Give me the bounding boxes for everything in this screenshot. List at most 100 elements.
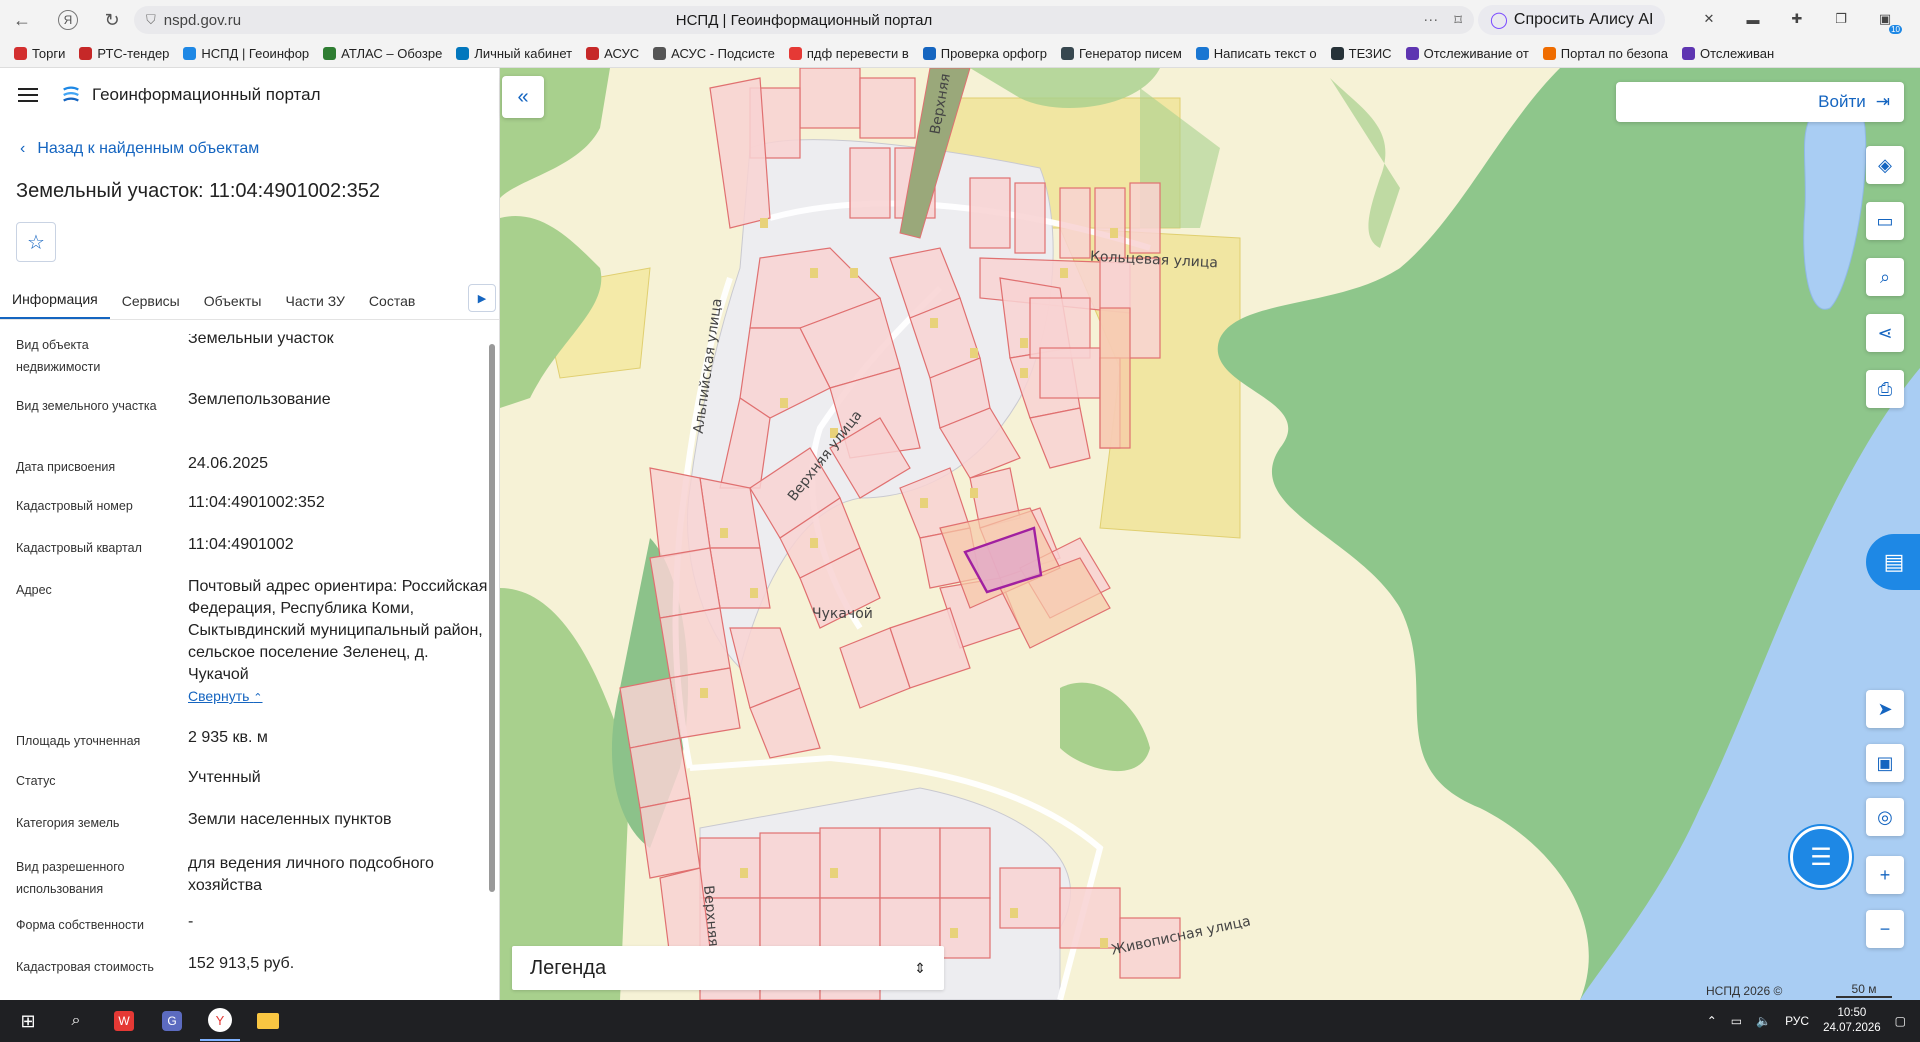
more-dots-icon[interactable]: ··· [1423, 11, 1438, 29]
area-search-button[interactable]: ⌕ [1866, 258, 1904, 296]
scrollbar-thumb[interactable] [489, 344, 495, 892]
print-button[interactable]: ⎙ [1866, 370, 1904, 408]
chat-doc-icon: ▤ [1883, 549, 1905, 574]
bookmark-favicon-icon [456, 47, 470, 60]
extension-window-icon[interactable]: ❐ [1830, 8, 1852, 30]
wps-app-icon[interactable]: W [104, 1001, 144, 1041]
info-value: - [188, 913, 194, 930]
portal-title[interactable]: Геоинформационный портал [92, 85, 321, 105]
clock[interactable]: 10:50 24.07.2026 [1823, 1006, 1881, 1036]
login-button[interactable]: Войти ⇥ [1616, 82, 1904, 122]
village-label: Чукачой [812, 606, 873, 622]
zoom-out-button[interactable]: − [1866, 910, 1904, 948]
bookmark-item[interactable]: РТС-тендер [79, 46, 169, 61]
bookmark-item[interactable]: Проверка орфогр [922, 46, 1047, 61]
bookmark-item[interactable]: Личный кабинет [456, 46, 572, 61]
bookmark-item[interactable]: АТЛАС – Обозре [323, 46, 442, 61]
bookmark-item[interactable]: Отслеживан [1682, 46, 1774, 61]
minimap-button[interactable]: ▣ [1866, 744, 1904, 782]
info-row: Статус Учтенный [0, 769, 488, 812]
tabs-scroll-right-button[interactable]: ▶ [468, 284, 496, 312]
bookmark-label: Отслеживан [1700, 46, 1775, 61]
yandex-browser-icon[interactable]: Y [200, 1001, 240, 1041]
bookmark-item[interactable]: АСУС - Подсисте [653, 46, 775, 61]
bookmark-favicon-icon [1682, 47, 1695, 60]
address-bar[interactable]: ⛉ nspd.gov.ru НСПД | Геоинформационный п… [134, 6, 1474, 34]
bookmark-label: Написать текст о [1213, 46, 1317, 61]
forest-area [1060, 682, 1150, 772]
zoom-in-button[interactable]: + [1866, 856, 1904, 894]
bookmark-label: Генератор писем [1078, 46, 1182, 61]
geolocation-button[interactable]: ➤ [1866, 690, 1904, 728]
collapse-panel-button[interactable]: « [502, 76, 544, 118]
share-button[interactable]: ⋖ [1866, 314, 1904, 352]
layers-icon: ◈ [1878, 154, 1892, 175]
bookmark-label: Портал по безопа [1560, 46, 1668, 61]
address-url[interactable]: nspd.gov.ru [164, 12, 241, 29]
tray-chevron-icon[interactable]: ⌃ [1707, 1014, 1717, 1028]
notifications-icon[interactable]: ▢ [1895, 1014, 1906, 1028]
bookmark-item[interactable]: Отслеживание от [1405, 46, 1529, 61]
locate-button[interactable]: ◎ [1866, 798, 1904, 836]
bookmark-item[interactable]: Генератор писем [1060, 46, 1182, 61]
volume-icon[interactable]: 🔈 [1756, 1014, 1771, 1028]
info-row: Площадь уточненная 2 935 кв. м [0, 729, 488, 770]
measure-button[interactable]: ▭ [1866, 202, 1904, 240]
info-value: 11:04:4901002:352 [188, 494, 325, 511]
gosuslugi-button[interactable]: ▤ [1866, 534, 1920, 590]
file-explorer-icon[interactable] [248, 1001, 288, 1041]
bookmark-item[interactable]: ТЕЗИС [1330, 46, 1392, 61]
panel-header: Геоинформационный портал [0, 68, 499, 122]
object-info-panel: Геоинформационный портал ‹ Назад к найде… [0, 68, 500, 1000]
bookmark-item[interactable]: Написать текст о [1195, 46, 1317, 61]
map-copyright: НСПД 2026 © [1706, 984, 1783, 998]
tab-parts[interactable]: Части ЗУ [273, 293, 356, 319]
chat-button[interactable]: ☰ [1790, 826, 1852, 888]
extension-badge-icon[interactable]: ▣ 10 [1874, 8, 1902, 34]
search-icon[interactable]: ⌕ [56, 1001, 96, 1041]
bookmark-label: РТС-тендер [97, 46, 170, 61]
tab-services[interactable]: Сервисы [110, 293, 192, 319]
bookmark-icon[interactable]: ⌑ [1454, 11, 1462, 29]
ask-alice-button[interactable]: ◯ Спросить Алису AI [1478, 5, 1666, 35]
messenger-app-icon[interactable]: G [152, 1001, 192, 1041]
yandex-icon[interactable]: Я [58, 10, 78, 30]
language-indicator[interactable]: РУС [1785, 1014, 1809, 1028]
share-icon: ⋖ [1877, 322, 1893, 343]
bookmark-label: Проверка орфогр [940, 46, 1047, 61]
info-row: Вид объекта недвижимости Земельный участ… [0, 334, 488, 395]
tab-objects[interactable]: Объекты [192, 293, 274, 319]
legend-toggle[interactable]: Легенда ⇕ [512, 946, 944, 990]
menu-icon[interactable] [18, 88, 38, 102]
network-icon[interactable]: ▭ [1731, 1014, 1742, 1028]
layers-button[interactable]: ◈ [1866, 146, 1904, 184]
info-label: Категория земель [16, 816, 120, 830]
bookmark-item[interactable]: пдф перевести в [788, 46, 909, 61]
chevron-left-icon: ‹ [20, 140, 26, 157]
panel-scrollbar[interactable] [489, 334, 495, 1000]
bookmark-favicon-icon [1405, 47, 1419, 60]
bookmark-item[interactable]: АСУС [586, 46, 639, 61]
reload-icon[interactable]: ↻ [96, 4, 128, 36]
bookmark-label: ТЕЗИС [1348, 46, 1392, 61]
info-value: Почтовый адрес ориентира: Российская Фед… [188, 578, 488, 683]
extension-puzzle-icon[interactable]: ✚ [1786, 8, 1808, 30]
back-arrow-icon[interactable]: ← [6, 4, 38, 36]
bookmark-item[interactable]: НСПД | Геоинфор [183, 46, 309, 61]
tab-composition[interactable]: Состав [357, 293, 427, 319]
collapse-link[interactable]: Свернуть ⌃ [188, 688, 263, 704]
info-value: 11:04:4901002 [188, 536, 294, 553]
windows-start-icon[interactable]: ⊞ [8, 1001, 48, 1041]
map-canvas[interactable]: Кольцевая улица Альпийская улица Верхняя… [500, 68, 1920, 1000]
map-svg[interactable] [500, 68, 1920, 1000]
bookmark-label: АТЛАС – Обозре [341, 46, 443, 61]
shield-icon: ⛉ [146, 12, 156, 27]
back-to-results-link[interactable]: ‹ Назад к найденным объектам [20, 140, 259, 158]
favorite-button[interactable]: ☆ [16, 222, 56, 262]
bookmark-item[interactable]: Портал по безопа [1542, 46, 1668, 61]
extension-cap-icon[interactable]: ▬ [1742, 8, 1764, 30]
extension-k-icon[interactable]: ✕ [1698, 8, 1720, 30]
forest-light [1330, 78, 1400, 248]
tab-information[interactable]: Информация [0, 291, 110, 319]
bookmark-item[interactable]: Торги [14, 46, 65, 61]
